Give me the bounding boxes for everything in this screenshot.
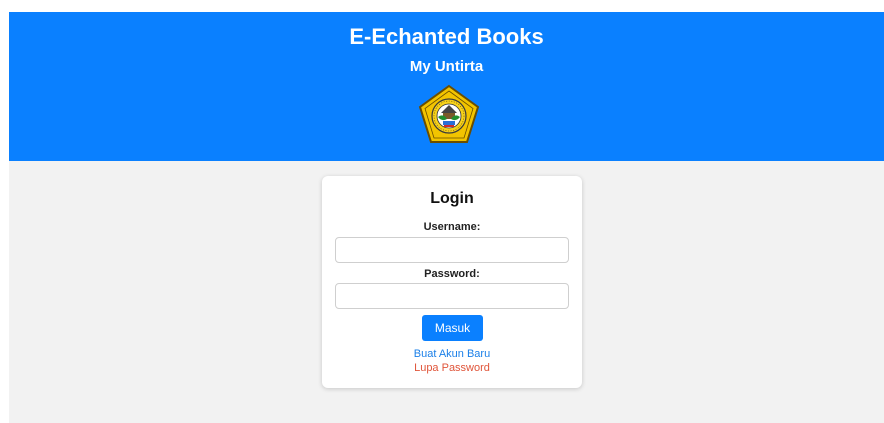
site-subtitle: My Untirta: [409, 58, 484, 75]
login-title: Login: [430, 190, 474, 207]
forgot-password-link[interactable]: Lupa Password: [322, 362, 582, 375]
login-button[interactable]: Masuk: [422, 315, 483, 341]
username-field[interactable]: [335, 237, 569, 263]
site-header: E-Echanted Books My Untirta: [9, 12, 884, 161]
page-background: E-Echanted Books My Untirta Login Userna…: [9, 12, 884, 423]
username-label: Username:: [423, 221, 481, 233]
password-field[interactable]: [335, 283, 569, 309]
register-link[interactable]: Buat Akun Baru: [322, 348, 582, 361]
password-label: Password:: [424, 268, 480, 280]
login-card: Login Username: Password: Masuk Buat Aku…: [322, 176, 582, 388]
university-seal-icon: [418, 84, 480, 143]
site-title: E-Echanted Books: [349, 24, 544, 49]
